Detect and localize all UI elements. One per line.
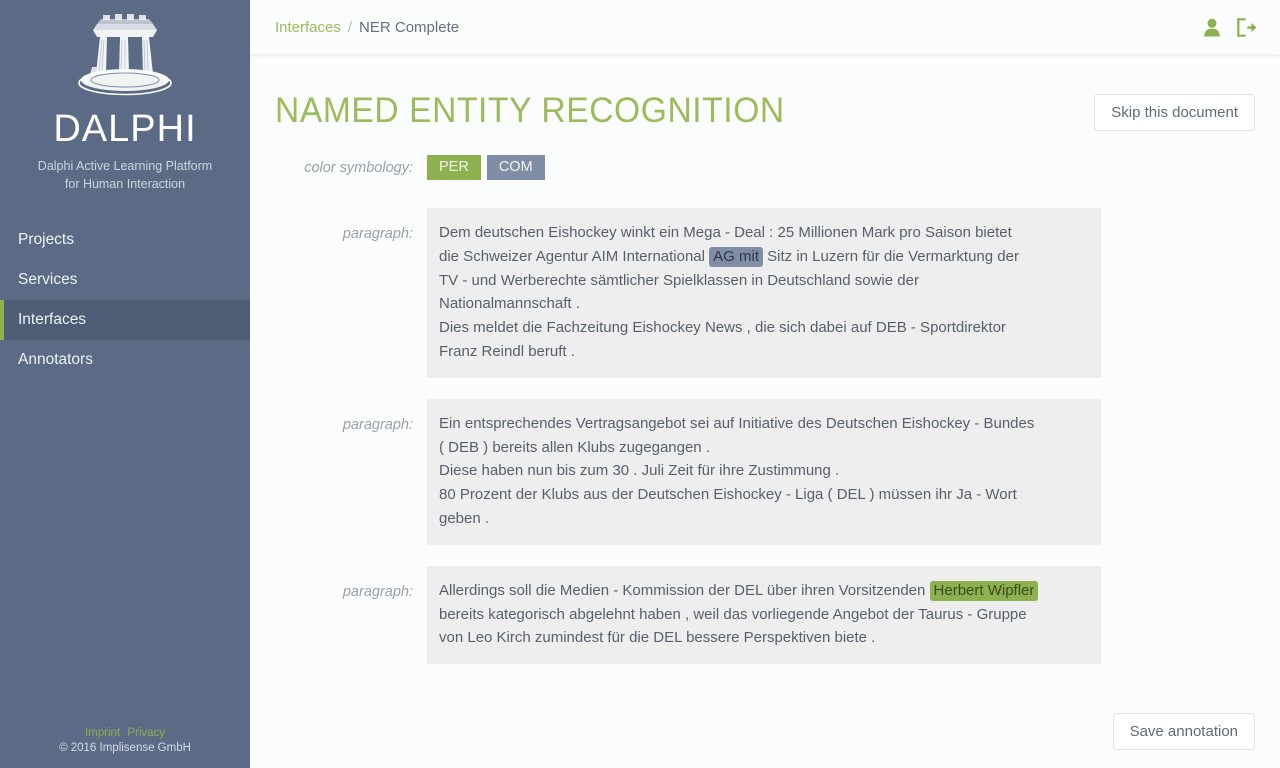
paragraph-line: Franz Reindl beruft . — [439, 342, 575, 360]
paragraph-line: geben . — [439, 509, 490, 527]
paragraph-line: TV - und Werberechte sämtlicher Spielkla… — [439, 271, 919, 289]
legend-badges: PER COM — [427, 155, 545, 180]
user-icon[interactable] — [1203, 18, 1221, 37]
brand-block: DALPHI Dalphi Active Learning Platform f… — [0, 0, 250, 193]
sidebar-item-label: Services — [18, 271, 78, 288]
paragraph-line: Ein entsprechendes Vertragsangebot sei a… — [439, 414, 1035, 432]
paragraph-row: paragraph: Allerdings soll die Medien - K… — [275, 565, 1255, 665]
bottom-action-row: Save annotation — [1112, 713, 1255, 750]
sidebar-nav: Projects Services Interfaces Annotators — [0, 220, 250, 380]
breadcrumb-current: NER Complete — [359, 18, 460, 36]
paragraph-label: paragraph: — [342, 583, 413, 600]
save-annotation-button[interactable]: Save annotation — [1112, 713, 1255, 750]
paragraph-text-box[interactable]: Allerdings soll die Medien - Kommission … — [427, 565, 1101, 665]
topbar: Interfaces / NER Complete — [250, 0, 1280, 54]
brand-tagline: Dalphi Active Learning Platform for Huma… — [0, 157, 250, 193]
page-title: NAMED ENTITY RECOGNITION — [275, 91, 785, 130]
paragraph-row: paragraph: Dem deutschen Eishockey winkt … — [275, 208, 1255, 378]
copyright-text: © 2016 Implisense GmbH — [59, 742, 191, 754]
sidebar: DALPHI Dalphi Active Learning Platform f… — [0, 0, 250, 768]
entity-annotation-per[interactable]: Herbert Wipfler — [929, 580, 1039, 601]
sidebar-item-projects[interactable]: Projects — [0, 220, 250, 260]
paragraph-line: Nationalmannschaft . — [439, 295, 580, 313]
sidebar-item-label: Interfaces — [18, 311, 87, 328]
privacy-link[interactable]: Privacy — [127, 727, 165, 739]
content-area: Interfaces / NER Complete NAMED ENTITY R… — [250, 0, 1280, 768]
temple-ruins-logo-icon — [0, 10, 250, 102]
breadcrumb: Interfaces / NER Complete — [275, 19, 459, 36]
skip-document-button[interactable]: Skip this document — [1094, 94, 1255, 131]
breadcrumb-separator: / — [347, 18, 353, 36]
sidebar-item-label: Projects — [18, 231, 74, 248]
legend-badge-per[interactable]: PER — [427, 155, 481, 180]
paragraph-line: von Leo Kirch zumindest für die DEL bess… — [439, 629, 876, 647]
page-body: NAMED ENTITY RECOGNITION Skip this docum… — [250, 54, 1280, 768]
paragraph-line: ( DEB ) bereits allen Klubs zugegangen . — [439, 438, 710, 456]
paragraph-line: die Schweizer Agentur AIM International … — [439, 246, 1019, 267]
sidebar-item-interfaces[interactable]: Interfaces — [0, 300, 250, 340]
sidebar-item-services[interactable]: Services — [0, 260, 250, 300]
breadcrumb-parent-link[interactable]: Interfaces — [275, 19, 341, 36]
color-symbology-row: color symbology: PER COM — [275, 155, 1255, 180]
paragraph-line: Dem deutschen Eishockey winkt ein Mega -… — [439, 224, 1012, 241]
paragraph-row: paragraph: Ein entsprechendes Vertragsang… — [275, 398, 1255, 545]
sign-out-icon[interactable] — [1236, 17, 1257, 37]
paragraph-text-box[interactable]: Ein entsprechendes Vertragsangebot sei a… — [427, 398, 1101, 545]
app-root: DALPHI Dalphi Active Learning Platform f… — [0, 0, 1280, 768]
imprint-link[interactable]: Imprint — [85, 727, 120, 739]
paragraph-list: paragraph: Dem deutschen Eishockey winkt … — [275, 208, 1255, 665]
paragraph-line: Allerdings soll die Medien - Kommission … — [439, 579, 1087, 603]
footer-links: Imprint Privacy — [0, 727, 250, 739]
paragraph-line: Diese haben nun bis zum 30 . Juli Zeit f… — [439, 462, 840, 480]
brand-tagline-line-1: Dalphi Active Learning Platform — [37, 159, 213, 173]
sidebar-item-label: Annotators — [18, 351, 93, 368]
paragraph-line: 80 Prozent der Klubs aus der Deutschen E… — [439, 486, 1017, 504]
paragraph-line: bereits kategorisch abgelehnt haben , we… — [439, 605, 1027, 623]
paragraph-label: paragraph: — [342, 226, 413, 242]
entity-annotation-com[interactable]: AG mit — [709, 246, 763, 267]
brand-name: DALPHI — [53, 108, 197, 150]
sidebar-footer: Imprint Privacy © 2016 Implisense GmbH — [0, 727, 250, 754]
color-symbology-label: color symbology: — [304, 159, 413, 176]
title-row: NAMED ENTITY RECOGNITION Skip this docum… — [275, 92, 1255, 131]
paragraph-text-box[interactable]: Dem deutschen Eishockey winkt ein Mega -… — [427, 208, 1101, 378]
topbar-icons — [1203, 17, 1257, 37]
paragraph-label: paragraph: — [342, 416, 413, 433]
brand-tagline-line-2: for Human Interaction — [64, 177, 186, 191]
legend-badge-com[interactable]: COM — [486, 155, 545, 180]
sidebar-item-annotators[interactable]: Annotators — [0, 340, 250, 380]
paragraph-line: Dies meldet die Fachzeitung Eishockey Ne… — [439, 319, 1006, 337]
